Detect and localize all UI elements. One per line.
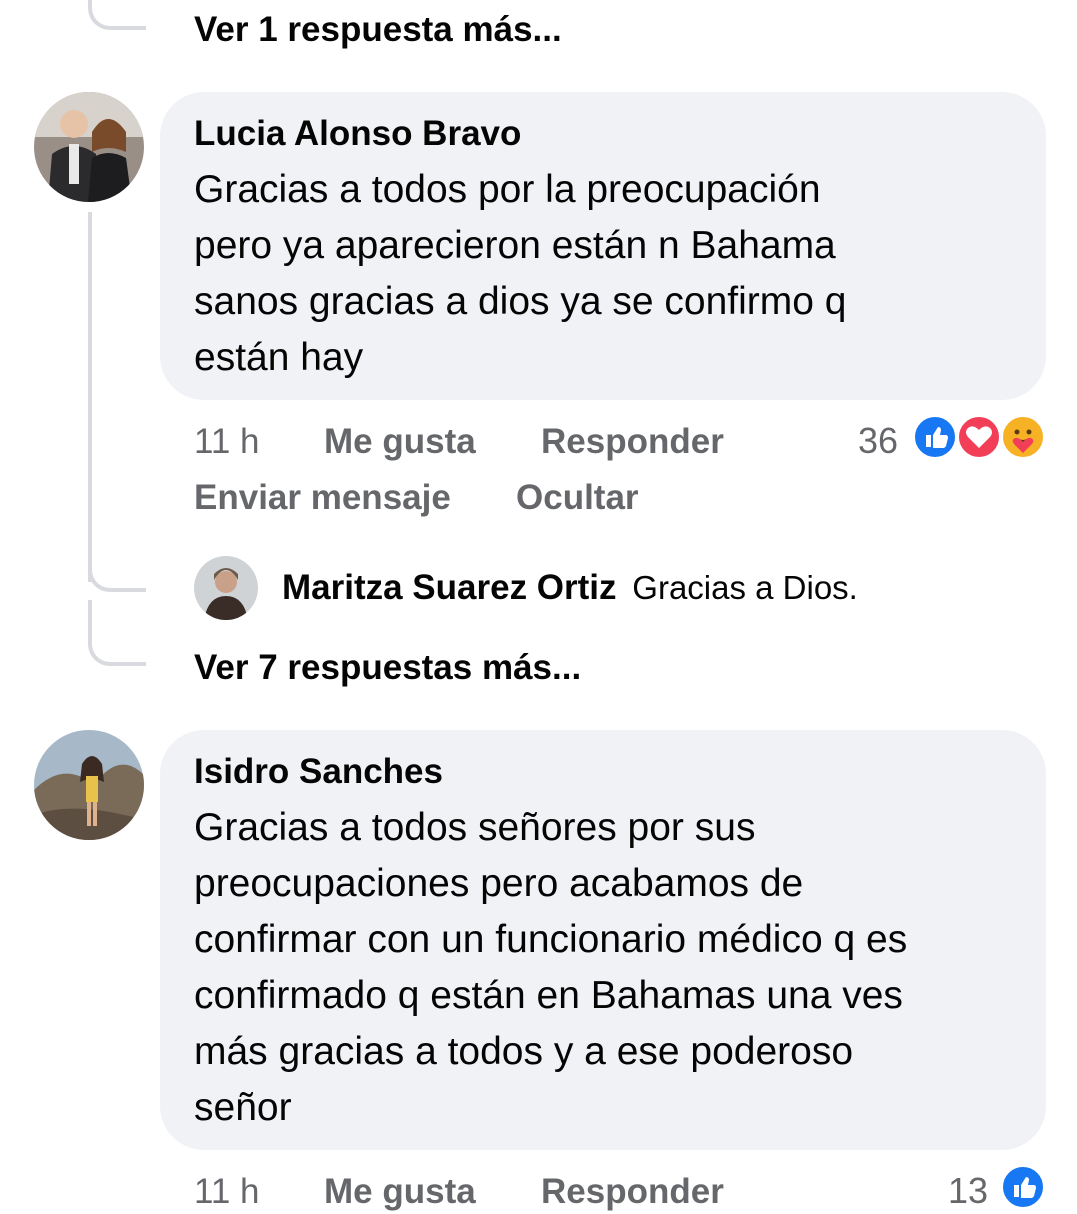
hide-button[interactable]: Ocultar bbox=[516, 478, 639, 518]
thread-connector-reply bbox=[88, 546, 146, 592]
comment-timestamp[interactable]: 11 h bbox=[194, 422, 260, 462]
comment-line: Gracias a todos por la preocupación bbox=[194, 168, 821, 211]
view-more-replies-link[interactable]: Ver 1 respuesta más... bbox=[194, 10, 562, 50]
comment-line: sanos gracias a dios ya se confirmo q bbox=[194, 280, 847, 323]
comment-line: confirmar con un funcionario médico q es bbox=[194, 918, 908, 961]
avatar[interactable] bbox=[34, 92, 144, 202]
care-icon bbox=[1000, 414, 1046, 460]
avatar[interactable] bbox=[194, 556, 258, 620]
reply-button[interactable]: Responder bbox=[541, 1172, 724, 1212]
comment-author[interactable]: Lucia Alonso Bravo bbox=[194, 114, 521, 154]
profile-photo-icon bbox=[194, 556, 258, 620]
comment-line: preocupaciones pero acabamos de bbox=[194, 862, 804, 905]
comment-line: están hay bbox=[194, 336, 364, 379]
reaction-count[interactable]: 36 bbox=[858, 420, 898, 462]
like-icon[interactable] bbox=[1000, 1164, 1046, 1210]
like-icon bbox=[912, 414, 958, 460]
comment-bubble: Lucia Alonso Bravo Gracias a todos por l… bbox=[160, 92, 1046, 400]
comment-line: pero ya aparecieron están n Bahama bbox=[194, 224, 836, 267]
comment-bubble: Isidro Sanches Gracias a todos señores p… bbox=[160, 730, 1046, 1150]
send-message-button[interactable]: Enviar mensaje bbox=[194, 478, 451, 518]
like-button[interactable]: Me gusta bbox=[324, 1172, 476, 1212]
reply-button[interactable]: Responder bbox=[541, 422, 724, 462]
comment-line: señor bbox=[194, 1086, 292, 1129]
comment-timestamp[interactable]: 11 h bbox=[194, 1172, 260, 1212]
view-more-replies-link[interactable]: Ver 7 respuestas más... bbox=[194, 648, 581, 688]
reaction-count[interactable]: 13 bbox=[948, 1170, 988, 1212]
thread-connector-more bbox=[88, 600, 146, 666]
reply-author[interactable]: Maritza Suarez Ortiz bbox=[282, 568, 617, 607]
avatar[interactable] bbox=[34, 730, 144, 840]
comment-text: Gracias a todos señores por sus preocupa… bbox=[194, 800, 907, 1136]
profile-photo-icon bbox=[34, 92, 144, 202]
reply-comment: Maritza Suarez Ortiz Gracias a Dios. bbox=[282, 568, 858, 608]
thread-connector-top bbox=[88, 0, 146, 30]
comment-line: confirmado q están en Bahamas una ves bbox=[194, 974, 903, 1017]
comment-line: Gracias a todos señores por sus bbox=[194, 806, 756, 849]
comment-text: Gracias a todos por la preocupación pero… bbox=[194, 162, 847, 386]
like-button[interactable]: Me gusta bbox=[324, 422, 476, 462]
thread-line bbox=[88, 212, 92, 582]
profile-photo-icon bbox=[34, 730, 144, 840]
comment-line: más gracias a todos y a ese poderoso bbox=[194, 1030, 854, 1073]
love-icon bbox=[956, 414, 1002, 460]
reply-text: Gracias a Dios. bbox=[632, 569, 858, 606]
comment-author[interactable]: Isidro Sanches bbox=[194, 752, 443, 792]
